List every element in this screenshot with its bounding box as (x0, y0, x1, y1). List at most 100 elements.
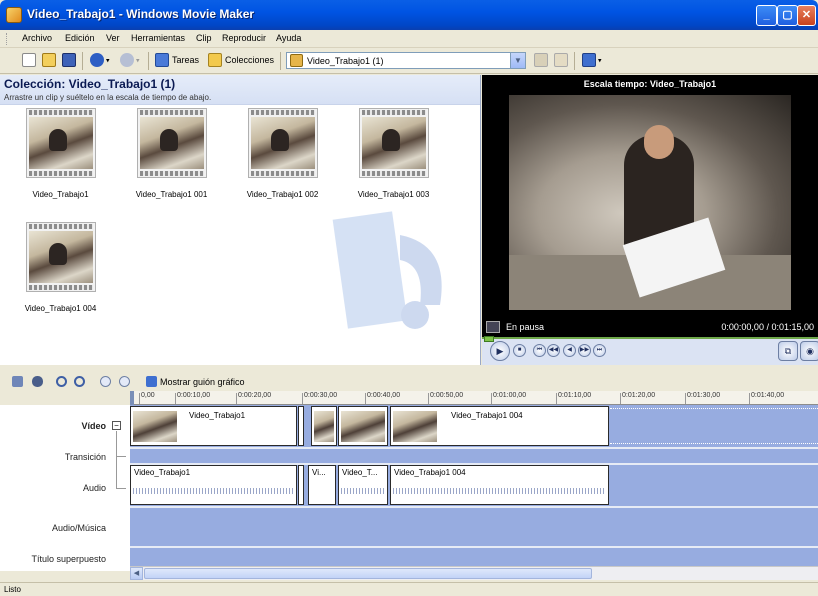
clip-thumbnail (247, 108, 318, 178)
open-project-button[interactable] (42, 53, 56, 69)
new-collection-button[interactable] (554, 53, 568, 69)
video-clip[interactable] (311, 406, 337, 446)
save-project-button[interactable] (62, 53, 76, 69)
microphone-icon (32, 376, 43, 388)
menu-edicion[interactable]: Edición (65, 33, 95, 43)
video-clip[interactable]: Video_Trabajo1 (130, 406, 297, 446)
ruler-tick: 0,00 (139, 392, 155, 404)
clip-name: Video_Trabajo1 004 (24, 304, 97, 313)
menu-ver[interactable]: Ver (106, 33, 120, 43)
scroll-left-icon[interactable]: ◀ (130, 567, 143, 580)
clip-name: Video_Trabajo1 001 (135, 190, 208, 199)
clip-video-trabajo1-003[interactable]: Video_Trabajo1 003 (346, 108, 441, 199)
toolbar: ▾ ▾ Tareas Colecciones Video_Trabajo1 (1… (0, 48, 818, 74)
forward-button[interactable]: ▶▶ (578, 344, 591, 357)
play-button[interactable]: ▶ (490, 341, 510, 361)
chevron-down-icon[interactable]: ▼ (510, 53, 525, 68)
playback-time: 0:00:00,00 / 0:01:15,00 (721, 322, 814, 332)
rewind-timeline-button[interactable] (100, 376, 111, 388)
window-title: Video_Trabajo1 - Windows Movie Maker (27, 7, 255, 21)
rewind-button[interactable]: ◀◀ (547, 344, 560, 357)
tasks-icon (155, 53, 169, 67)
video-clip[interactable]: Video_Trabajo1 004 (390, 406, 609, 446)
seek-slider[interactable] (484, 336, 494, 342)
audio-clip[interactable] (298, 465, 304, 505)
menu-herramientas[interactable]: Herramientas (131, 33, 185, 43)
zoom-out-button[interactable] (74, 376, 85, 388)
audio-clip[interactable]: Video_T... (338, 465, 388, 505)
ruler-tick: 0:00:10,00 (174, 392, 211, 404)
timeline-tracks[interactable]: Video_Trabajo1 Video_Trabajo1 004 Video_… (130, 405, 818, 566)
collapse-video-track-icon[interactable]: − (112, 421, 121, 430)
new-project-button[interactable] (22, 53, 36, 69)
status-text: Listo (4, 585, 21, 594)
redo-icon (120, 53, 134, 67)
waveform (341, 488, 385, 494)
close-button[interactable]: ✕ (797, 5, 816, 26)
previous-frame-button[interactable]: ⏮ (533, 344, 546, 357)
audio-clip-label: Vi... (312, 468, 326, 477)
split-clip-button[interactable]: ⧉ (778, 341, 798, 361)
menu-reproducir[interactable]: Reproducir (222, 33, 266, 43)
track-labels: Vídeo − Transición Audio Audio/Música Tí… (0, 405, 130, 571)
empty-track-drop-zone[interactable] (610, 408, 818, 444)
menu-archivo[interactable]: Archivo (22, 33, 52, 43)
maximize-button[interactable]: ▢ (777, 5, 798, 26)
ruler-tick: 0:01:00,00 (490, 392, 527, 404)
timeline-scrollbar[interactable]: ◀ (130, 566, 818, 580)
open-folder-icon (42, 53, 56, 67)
menu-clip[interactable]: Clip (196, 33, 212, 43)
playhead[interactable] (130, 391, 134, 405)
toolbar-separator (280, 52, 281, 70)
video-clip[interactable] (298, 406, 304, 446)
scrollbar-thumb[interactable] (144, 568, 592, 579)
collection-pane: Colección: Video_Trabajo1 (1) Arrastre u… (0, 75, 481, 365)
clip-video-trabajo1-001[interactable]: Video_Trabajo1 001 (124, 108, 219, 199)
redo-button[interactable]: ▾ (120, 53, 139, 69)
clip-video-trabajo1[interactable]: Video_Trabajo1 (13, 108, 108, 199)
collection-select[interactable]: Video_Trabajo1 (1) ▼ (286, 52, 526, 69)
snapshot-button[interactable]: ◉ (800, 341, 818, 361)
track-label-title-overlay: Título superpuesto (31, 554, 106, 564)
collection-subtitle: Arrastre un clip y suéltelo en la escala… (4, 93, 212, 102)
up-one-level-button[interactable] (534, 53, 548, 69)
toolbar-separator (148, 52, 149, 70)
narrate-button[interactable] (32, 376, 43, 388)
audio-clip[interactable]: Video_Trabajo1 (130, 465, 297, 505)
show-storyboard-button[interactable]: Mostrar guión gráfico (146, 376, 245, 388)
video-clip-label: Video_Trabajo1 004 (451, 411, 523, 420)
clip-thumbnail (25, 108, 96, 178)
new-icon (22, 53, 36, 67)
zoom-in-button[interactable] (56, 376, 67, 388)
track-label-transition: Transición (64, 452, 106, 462)
views-icon (582, 53, 596, 67)
playback-controls: ▶ ■ ⏮ ◀◀ ◀ ▶▶ ⏭ ⧉ ◉ (482, 336, 818, 365)
clip-video-trabajo1-004[interactable]: Video_Trabajo1 004 (13, 222, 108, 313)
ruler-tick: 0:00:20,00 (235, 392, 272, 404)
play-icon (119, 376, 130, 388)
toolbar-separator (574, 52, 575, 70)
views-button[interactable]: ▾ (582, 53, 601, 69)
timeline-icon (12, 376, 23, 388)
tasks-button[interactable]: Tareas (155, 53, 199, 69)
audio-clip[interactable]: Vi... (308, 465, 336, 505)
collections-button[interactable]: Colecciones (208, 53, 274, 69)
pause-frame-button[interactable]: ◀ (563, 344, 576, 357)
new-folder-icon (554, 53, 568, 67)
timeline-ruler[interactable]: 0,00 0:00:10,00 0:00:20,00 0:00:30,00 0:… (130, 391, 818, 405)
stop-button[interactable]: ■ (513, 344, 526, 357)
monitor-icon (486, 321, 500, 333)
play-timeline-button[interactable] (119, 376, 130, 388)
minimize-button[interactable]: _ (756, 5, 777, 26)
waveform (133, 488, 294, 494)
clip-video-trabajo1-002[interactable]: Video_Trabajo1 002 (235, 108, 330, 199)
timeline-options-button[interactable] (12, 376, 23, 388)
undo-button[interactable]: ▾ (90, 53, 109, 69)
preview-monitor: Escala tiempo: Video_Trabajo1 En pausa 0… (482, 75, 818, 365)
menu-ayuda[interactable]: Ayuda (276, 33, 301, 43)
audio-clip[interactable]: Video_Trabajo1 004 (390, 465, 609, 505)
movie-maker-icon (6, 7, 22, 23)
waveform (393, 488, 606, 494)
next-frame-button[interactable]: ⏭ (593, 344, 606, 357)
video-clip[interactable] (338, 406, 388, 446)
